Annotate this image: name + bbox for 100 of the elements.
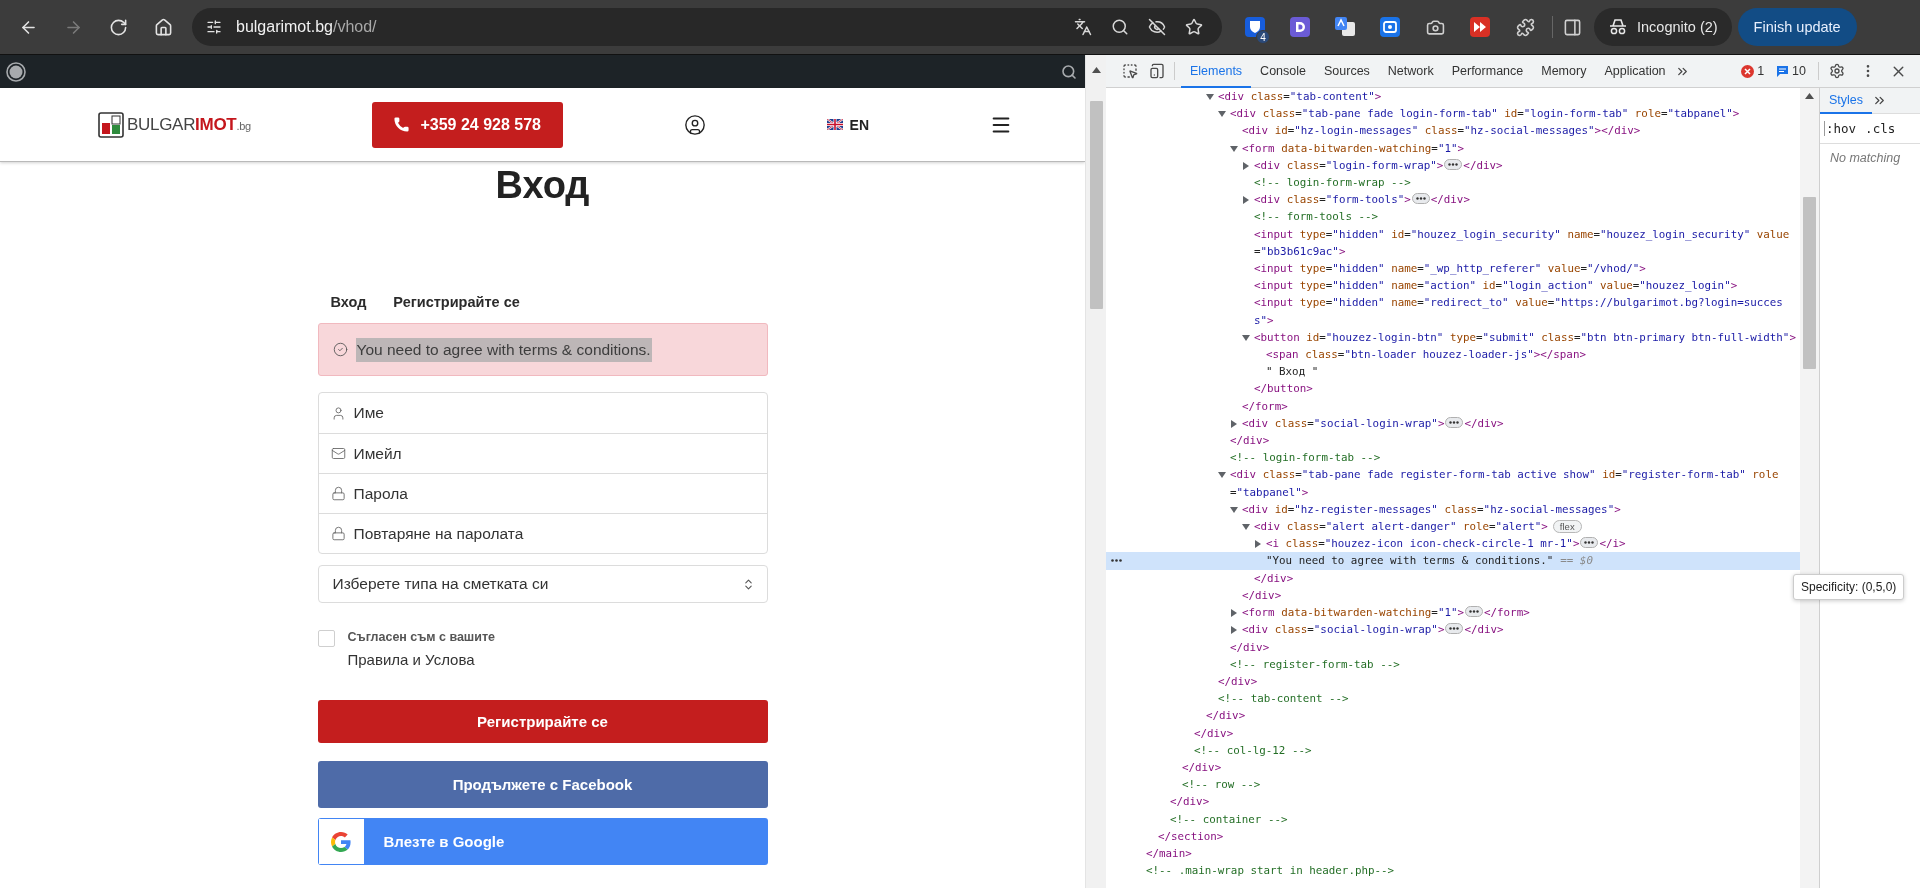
input-field[interactable]: Име bbox=[318, 393, 767, 433]
dom-text-node[interactable]: " Вход " bbox=[1266, 363, 1800, 381]
scrollbar-thumb[interactable] bbox=[1803, 197, 1816, 369]
circle-logo-icon[interactable] bbox=[6, 61, 26, 82]
ellipsis-icon[interactable] bbox=[1411, 193, 1430, 205]
terms-link[interactable]: Правила и Услова bbox=[347, 651, 496, 668]
scrollbar-track[interactable] bbox=[1085, 55, 1106, 888]
site-settings-icon[interactable] bbox=[206, 19, 222, 35]
devtools-tab[interactable]: Network bbox=[1378, 54, 1443, 88]
dom-comment[interactable]: <!-- col-lg-12 --> bbox=[1194, 741, 1800, 759]
register-button[interactable]: Регистрирайте се bbox=[317, 700, 768, 743]
fast-forward-icon[interactable] bbox=[1470, 17, 1490, 37]
collapse-triangle-icon[interactable] bbox=[1230, 505, 1238, 514]
dom-element[interactable]: <div class="alert alert-danger" role="alert"> flex bbox=[1254, 518, 1800, 536]
update-button[interactable]: Finish update bbox=[1737, 8, 1857, 46]
dom-element[interactable]: <div class="social-login-wrap"> </div> bbox=[1242, 414, 1800, 433]
error-icon[interactable] bbox=[1741, 64, 1755, 78]
dom-closing-tag[interactable]: </div> bbox=[1194, 724, 1800, 742]
dom-element[interactable]: <div class="tab-pane fade register-form-tab active show" id="register-form-tab" role="tabpanel"> bbox=[1230, 466, 1800, 501]
dom-element[interactable]: <i class="houzez-icon icon-check-circle-1 mr-1"> </i> bbox=[1266, 535, 1800, 553]
devtools-tab[interactable]: Memory bbox=[1532, 54, 1596, 88]
incognito-button[interactable]: Incognito (2) bbox=[1594, 8, 1732, 46]
dom-closing-tag[interactable]: </button> bbox=[1254, 380, 1800, 398]
devtools-tab[interactable]: Performance bbox=[1442, 54, 1533, 88]
collapse-triangle-icon[interactable] bbox=[1242, 333, 1250, 342]
eye-off-icon[interactable] bbox=[1147, 18, 1166, 36]
collapse-triangle-icon[interactable] bbox=[1218, 110, 1226, 119]
search-icon[interactable] bbox=[1061, 63, 1077, 80]
form-tab[interactable]: Вход bbox=[330, 294, 367, 310]
square-icon[interactable] bbox=[1290, 17, 1310, 37]
dom-element[interactable]: <input type="hidden" name="_wp_http_referer" value="/vhod/"> bbox=[1254, 260, 1800, 278]
devtools-tab[interactable]: Elements bbox=[1181, 54, 1252, 88]
form-tab[interactable]: Регистрирайте се bbox=[393, 294, 520, 310]
collapse-triangle-icon[interactable] bbox=[1218, 471, 1226, 480]
message-icon[interactable] bbox=[1776, 65, 1790, 77]
dom-element[interactable]: <div class="social-login-wrap"> </div> bbox=[1242, 621, 1800, 639]
dom-element[interactable]: <input type="hidden" name="redirect_to" value="https://bulgarimot.bg?login=success"> bbox=[1254, 294, 1800, 329]
dom-closing-tag[interactable]: </div> bbox=[1206, 707, 1800, 725]
dom-closing-tag[interactable]: </div> bbox=[1218, 672, 1800, 691]
device-toolbar-icon[interactable] bbox=[1148, 63, 1165, 79]
search-icon[interactable] bbox=[1110, 18, 1129, 36]
language-button[interactable]: EN bbox=[826, 116, 870, 133]
flex-badge[interactable]: flex bbox=[1552, 520, 1582, 534]
terms-checkbox[interactable] bbox=[317, 630, 335, 647]
dom-closing-tag[interactable]: </div> bbox=[1170, 793, 1800, 811]
dom-element[interactable]: <div class="tab-content"> bbox=[1218, 88, 1800, 106]
scroll-up-icon[interactable] bbox=[1805, 93, 1814, 99]
ellipsis-icon[interactable] bbox=[1465, 606, 1483, 618]
devtools-tab[interactable]: Sources bbox=[1315, 54, 1379, 88]
google-login-button[interactable]: Влезте в Google bbox=[317, 818, 768, 865]
scroll-up-icon[interactable] bbox=[1091, 67, 1101, 73]
translate-icon[interactable] bbox=[1335, 17, 1355, 37]
collapse-triangle-icon[interactable] bbox=[1230, 144, 1238, 153]
home-icon[interactable] bbox=[153, 17, 173, 37]
dom-comment[interactable]: <!-- login-form-wrap --> bbox=[1254, 174, 1800, 192]
collapse-triangle-icon[interactable] bbox=[1206, 93, 1214, 101]
expand-triangle-icon[interactable] bbox=[1254, 540, 1262, 549]
facebook-login-button[interactable]: Продължете с Facebook bbox=[317, 761, 768, 808]
dom-element[interactable]: <input type="hidden" id="houzez_login_security" name="houzez_login_security" value="bb3b61c9ac"> bbox=[1254, 225, 1800, 261]
dom-comment[interactable]: <!-- register-form-tab --> bbox=[1230, 655, 1800, 673]
dom-comment[interactable]: <!-- tab-content --> bbox=[1218, 690, 1800, 708]
dom-element[interactable]: <div class="tab-pane fade login-form-tab" id="login-form-tab" role="tabpanel"> bbox=[1230, 105, 1800, 123]
ellipsis-icon[interactable] bbox=[1445, 416, 1464, 428]
filter-toggle[interactable]: .cls bbox=[1864, 121, 1896, 136]
ellipsis-icon[interactable] bbox=[1110, 559, 1122, 563]
dom-closing-tag[interactable]: </div> bbox=[1182, 758, 1800, 777]
account-icon[interactable] bbox=[683, 113, 706, 136]
input-field[interactable]: Имейл bbox=[318, 433, 767, 473]
input-field[interactable]: Повтаряне на паролата bbox=[318, 513, 767, 553]
dom-element[interactable]: <form data-bitwarden-watching="1"> bbox=[1242, 139, 1800, 157]
expand-triangle-icon[interactable] bbox=[1230, 419, 1238, 428]
expand-triangle-icon[interactable] bbox=[1242, 161, 1250, 170]
dom-element[interactable]: <div id="hz-register-messages" class="hz-social-messages"> bbox=[1242, 500, 1800, 519]
bookmark-star-icon[interactable] bbox=[1184, 18, 1203, 36]
ellipsis-icon[interactable] bbox=[1580, 537, 1599, 549]
translate-icon[interactable] bbox=[1073, 18, 1092, 36]
account-type-select[interactable]: Изберете типа на сметката си bbox=[317, 565, 768, 603]
dom-element[interactable]: <input type="hidden" name="action" id="login_action" value="houzez_login"> bbox=[1254, 277, 1800, 295]
reload-icon[interactable] bbox=[108, 17, 128, 37]
camera-icon[interactable] bbox=[1425, 17, 1445, 37]
ellipsis-icon[interactable] bbox=[1444, 158, 1463, 170]
filter-toggle[interactable]: :hov bbox=[1824, 121, 1857, 136]
dom-element[interactable]: <div id="hz-login-messages" class="hz-social-messages"></div> bbox=[1242, 122, 1800, 140]
dom-closing-tag[interactable]: </form> bbox=[1242, 397, 1800, 415]
ellipsis-icon[interactable] bbox=[1445, 623, 1464, 635]
inspect-icon[interactable] bbox=[1121, 63, 1138, 79]
expand-triangle-icon[interactable] bbox=[1230, 626, 1238, 635]
dom-element[interactable]: <div class="form-tools"> </div> bbox=[1254, 191, 1800, 209]
dom-closing-tag[interactable]: </div> bbox=[1230, 638, 1800, 656]
logo-icon[interactable] bbox=[98, 111, 124, 138]
collapse-triangle-icon[interactable] bbox=[1242, 523, 1250, 532]
dom-closing-tag[interactable]: </main> bbox=[1146, 844, 1800, 863]
expand-triangle-icon[interactable] bbox=[1230, 609, 1238, 618]
devtools-tab[interactable]: Console bbox=[1251, 54, 1315, 88]
logo-text[interactable]: BULGARIMOT.bg bbox=[127, 114, 251, 135]
dom-element[interactable]: <div class="login-form-wrap"> </div> bbox=[1254, 156, 1800, 174]
dom-element[interactable]: <button id="houzez-login-btn" type="submit" class="btn btn-primary btn-full-width"> bbox=[1254, 328, 1800, 347]
dom-comment[interactable]: <!-- form-tools --> bbox=[1254, 208, 1800, 226]
phone-button[interactable]: +359 24 928 578 bbox=[371, 101, 563, 148]
side-panel-icon[interactable] bbox=[1563, 17, 1582, 37]
